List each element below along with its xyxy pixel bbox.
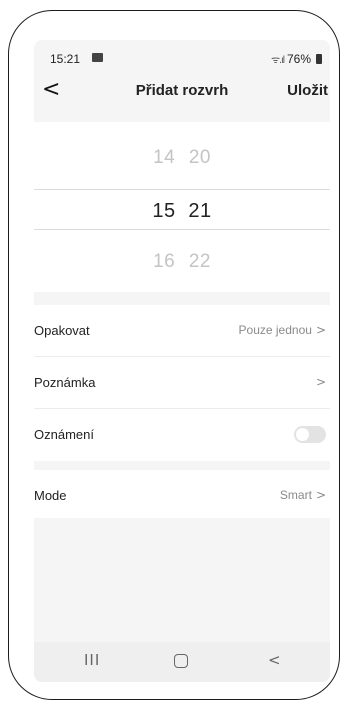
settings-list: Opakovat Pouze jednou > Poznámka > Oznáme…: [34, 305, 330, 461]
home-button[interactable]: [174, 654, 188, 668]
repeat-row[interactable]: Opakovat Pouze jednou >: [34, 305, 330, 357]
picker-row-above[interactable]: 14 20: [34, 147, 330, 169]
hour-option[interactable]: 14: [149, 147, 179, 169]
status-bar: 15:21 ᯤ.ıl 76%: [34, 40, 330, 74]
repeat-value: Pouze jednou >: [238, 323, 326, 337]
picker-row-below[interactable]: 16 22: [34, 251, 330, 273]
notification-toggle[interactable]: [294, 426, 326, 443]
minute-option[interactable]: 22: [185, 251, 215, 273]
hour-option[interactable]: 16: [149, 251, 179, 273]
note-row[interactable]: Poznámka >: [34, 357, 330, 409]
toggle-knob: [296, 428, 309, 441]
nav-back-button[interactable]: <: [268, 651, 281, 669]
mode-list: Mode Smart >: [34, 470, 330, 518]
app-header: < Přidat rozvrh Uložit: [34, 74, 330, 112]
notification-label: Oznámení: [34, 427, 94, 442]
gallery-notification-icon: [92, 53, 103, 62]
repeat-label: Opakovat: [34, 323, 90, 338]
save-button[interactable]: Uložit: [287, 82, 328, 99]
app-screen: 15:21 ᯤ.ıl 76% < Přidat rozvrh Uložit 14…: [34, 40, 330, 682]
mode-row[interactable]: Mode Smart >: [34, 470, 330, 518]
status-right: ᯤ.ıl 76%: [271, 52, 322, 66]
battery-icon: [316, 54, 322, 64]
note-label: Poznámka: [34, 375, 96, 390]
chevron-right-icon: >: [315, 375, 326, 389]
picker-selection-line-bottom: [34, 229, 330, 230]
status-time: 15:21: [50, 52, 81, 66]
mode-label: Mode: [34, 488, 67, 503]
minute-selected[interactable]: 21: [185, 200, 215, 223]
time-picker[interactable]: 14 20 15 21 16 22: [34, 122, 330, 292]
notification-row: Oznámení: [34, 409, 330, 461]
hour-selected[interactable]: 15: [149, 200, 179, 223]
signal-icon: ᯤ.ıl: [271, 55, 285, 66]
recents-button[interactable]: III: [84, 651, 100, 669]
system-navbar: III <: [34, 642, 330, 682]
chevron-right-icon: >: [315, 323, 326, 337]
battery-percent: 76%: [286, 52, 311, 66]
chevron-right-icon: >: [315, 488, 326, 502]
page-title: Přidat rozvrh: [135, 82, 229, 99]
mode-value: Smart >: [279, 488, 326, 502]
picker-selection-line-top: [34, 189, 330, 190]
minute-option[interactable]: 20: [185, 147, 215, 169]
note-value: >: [312, 375, 326, 389]
picker-row-selected[interactable]: 15 21: [34, 200, 330, 223]
